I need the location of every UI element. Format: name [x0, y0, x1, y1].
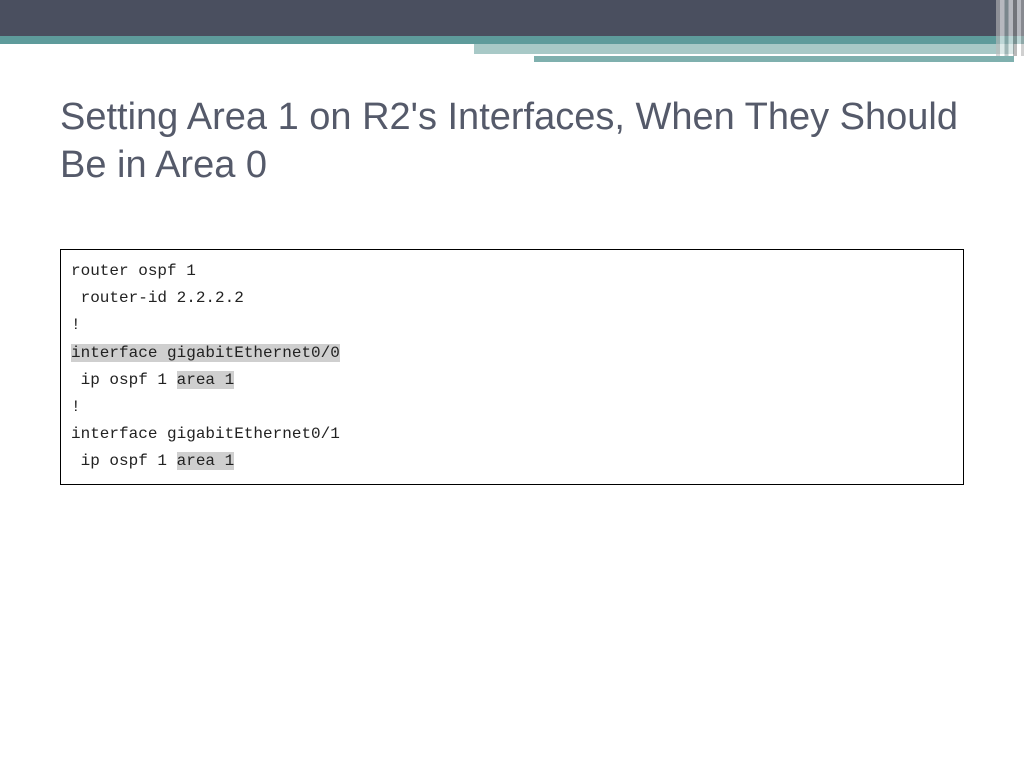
- slide-accent-lines: [464, 36, 1024, 76]
- code-line: router-id 2.2.2.2: [71, 285, 953, 312]
- code-line: !: [71, 394, 953, 421]
- code-segment: ip ospf 1: [71, 452, 177, 470]
- code-line: interface gigabitEthernet0/0: [71, 340, 953, 367]
- code-line: router ospf 1: [71, 258, 953, 285]
- highlighted-text: area 1: [177, 371, 235, 389]
- code-line: ip ospf 1 area 1: [71, 448, 953, 475]
- code-line: interface gigabitEthernet0/1: [71, 421, 953, 448]
- accent-stripe-light: [474, 44, 1014, 54]
- code-segment: ip ospf 1: [71, 371, 177, 389]
- code-line: ip ospf 1 area 1: [71, 367, 953, 394]
- code-line: !: [71, 312, 953, 339]
- highlighted-text: area 1: [177, 452, 235, 470]
- config-code-box: router ospf 1 router-id 2.2.2.2 ! interf…: [60, 249, 964, 485]
- slide-title: Setting Area 1 on R2's Interfaces, When …: [60, 94, 964, 189]
- slide-top-bar-dark: [0, 0, 1024, 36]
- highlighted-text: interface gigabitEthernet0/0: [71, 344, 340, 362]
- right-edge-texture: [996, 0, 1024, 56]
- accent-stripe-mid: [534, 56, 1014, 62]
